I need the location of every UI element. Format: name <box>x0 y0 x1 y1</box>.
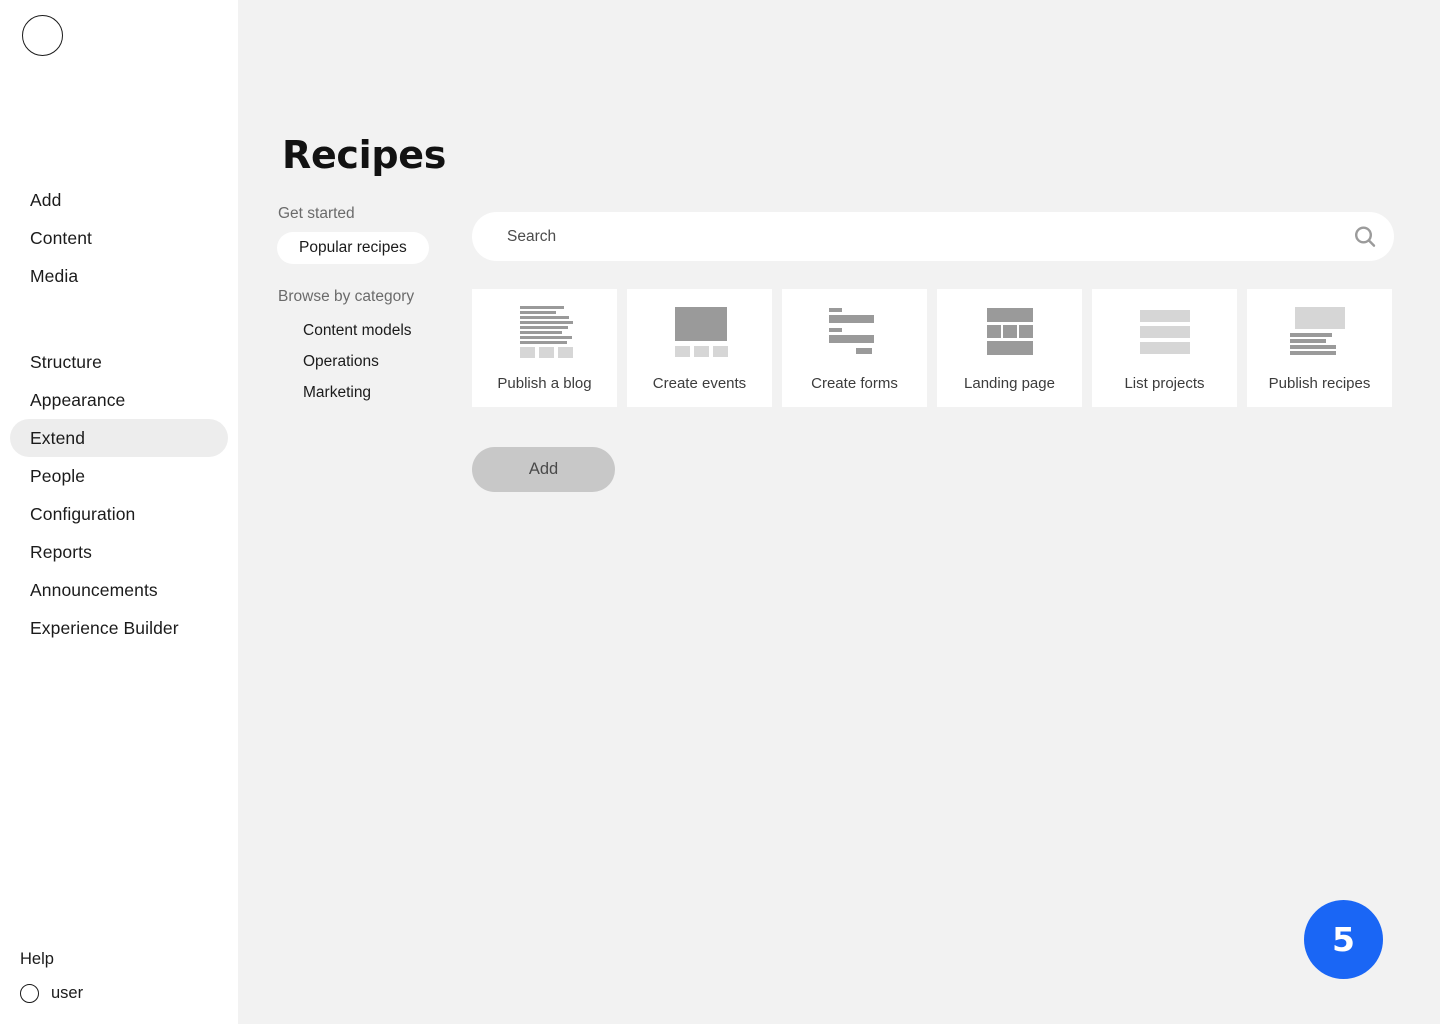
sidebar-item-media[interactable]: Media <box>10 257 228 295</box>
sidebar-item-people[interactable]: People <box>10 457 228 495</box>
recipe-card-list-projects[interactable]: List projects <box>1092 289 1237 407</box>
search-bar <box>472 212 1394 261</box>
main-content: Recipes Get started Popular recipes Brow… <box>238 0 1440 1024</box>
recipe-card-label: Publish a blog <box>497 375 592 392</box>
recipe-card-publish-recipes[interactable]: Publish recipes <box>1247 289 1392 407</box>
circle-logo-icon[interactable] <box>22 15 63 56</box>
step-counter-badge[interactable]: 5 <box>1304 900 1383 979</box>
sidebar-item-extend[interactable]: Extend <box>10 419 228 457</box>
sidebar-user-label: user <box>51 983 84 1002</box>
app-root: Add Content Media Structure Appearance E… <box>0 0 1440 1024</box>
recipe-card-grid: Publish a blog Create events Create form… <box>472 289 1392 407</box>
recipe-card-landing-page[interactable]: Landing page <box>937 289 1082 407</box>
block-with-tiles-icon <box>669 306 731 358</box>
sidebar: Add Content Media Structure Appearance E… <box>0 0 238 1024</box>
add-button[interactable]: Add <box>472 447 615 492</box>
sidebar-footer: Help user <box>0 942 238 1010</box>
facet-popular-recipes[interactable]: Popular recipes <box>277 232 429 264</box>
recipe-card-label: Create events <box>652 375 747 392</box>
facet-content-models[interactable]: Content models <box>277 315 477 346</box>
three-rows-icon <box>1134 306 1196 358</box>
sidebar-secondary-nav: Structure Appearance Extend People Confi… <box>0 343 238 647</box>
facet-heading-browse-by-category: Browse by category <box>278 288 415 305</box>
sidebar-item-reports[interactable]: Reports <box>10 533 228 571</box>
recipe-card-create-events[interactable]: Create events <box>627 289 772 407</box>
facet-marketing[interactable]: Marketing <box>277 377 477 408</box>
search-input[interactable] <box>472 213 1336 260</box>
recipe-card-label: List projects <box>1124 375 1205 392</box>
form-fields-icon <box>824 306 886 358</box>
facet-panel: Get started Popular recipes Browse by ca… <box>277 205 477 408</box>
search-submit-button[interactable] <box>1336 213 1394 260</box>
user-avatar-icon <box>20 983 39 1003</box>
sidebar-item-appearance[interactable]: Appearance <box>10 381 228 419</box>
sidebar-item-help[interactable]: Help <box>0 950 74 968</box>
lines-with-tiles-icon <box>514 306 576 358</box>
page-title: Recipes <box>282 133 447 178</box>
sidebar-user-account[interactable]: user <box>0 976 238 1010</box>
page-sections-icon <box>979 306 1041 358</box>
sidebar-item-content[interactable]: Content <box>10 219 228 257</box>
image-with-lines-icon <box>1289 306 1351 358</box>
recipe-card-label: Publish recipes <box>1268 375 1371 392</box>
sidebar-item-structure[interactable]: Structure <box>10 343 228 381</box>
recipe-card-label: Create forms <box>811 375 898 392</box>
search-icon <box>1354 225 1376 247</box>
sidebar-primary-nav: Add Content Media <box>0 181 238 295</box>
sidebar-item-add[interactable]: Add <box>10 181 228 219</box>
recipe-card-publish-a-blog[interactable]: Publish a blog <box>472 289 617 407</box>
recipe-card-create-forms[interactable]: Create forms <box>782 289 927 407</box>
facet-operations[interactable]: Operations <box>277 346 477 377</box>
sidebar-item-configuration[interactable]: Configuration <box>10 495 228 533</box>
sidebar-item-experience-builder[interactable]: Experience Builder <box>10 609 228 647</box>
facet-heading-get-started: Get started <box>278 205 355 222</box>
recipe-card-label: Landing page <box>964 375 1055 392</box>
sidebar-item-announcements[interactable]: Announcements <box>10 571 228 609</box>
